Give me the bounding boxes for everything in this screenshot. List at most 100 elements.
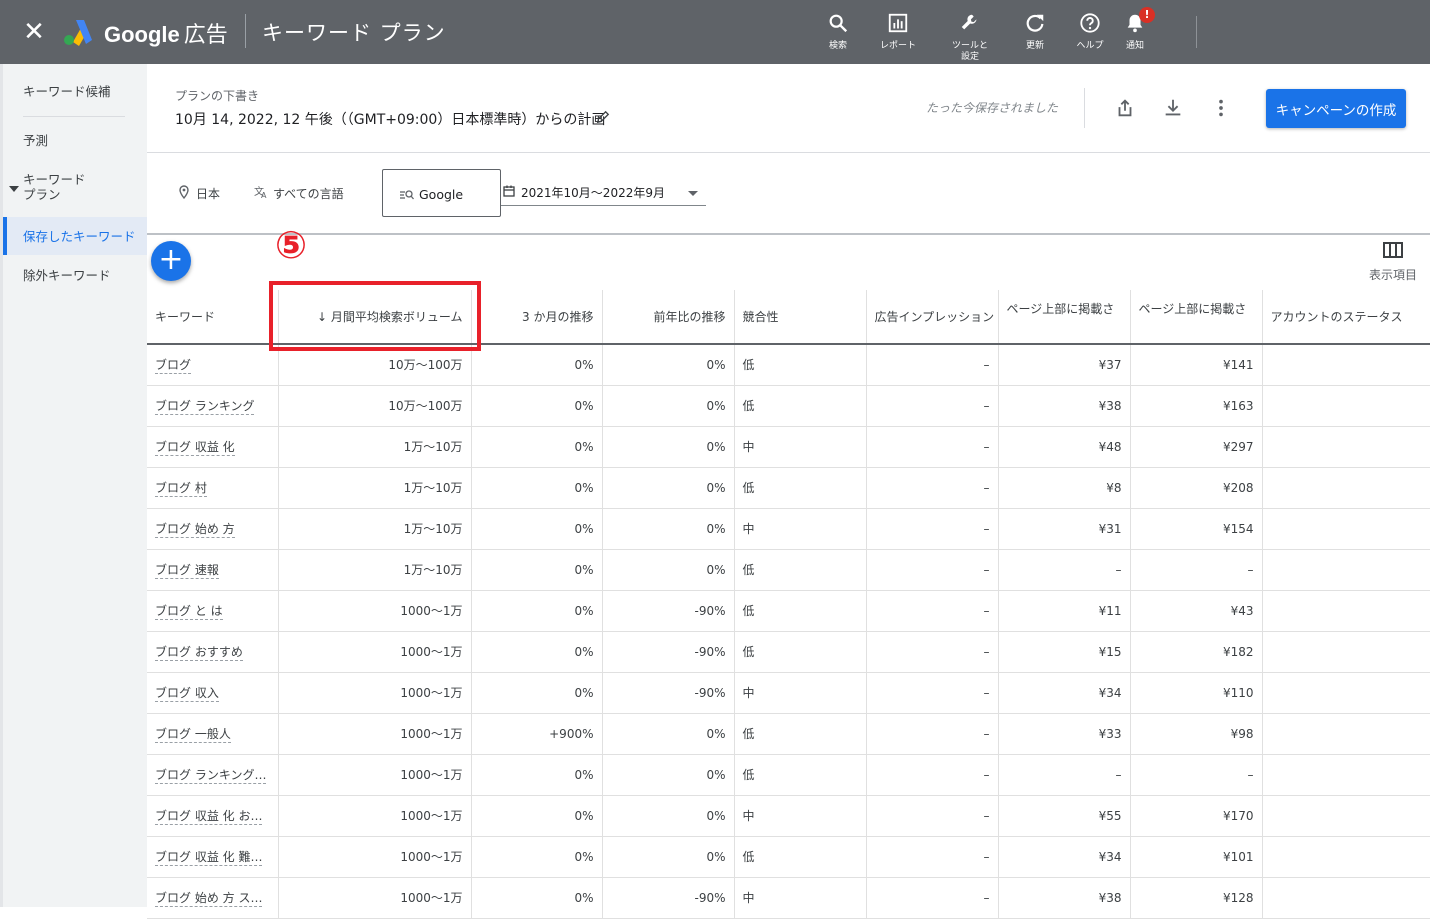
col-header-competition[interactable]: 競合性 bbox=[734, 290, 867, 345]
cell-ad-impression-share: – bbox=[866, 877, 999, 919]
close-icon[interactable]: ✕ bbox=[22, 18, 46, 46]
keyword-text[interactable]: ブログ ランキング bbox=[155, 399, 255, 415]
cell-keyword[interactable]: ブログ 収入 bbox=[147, 672, 279, 714]
cell-keyword[interactable]: ブログ 収益 化 お… bbox=[147, 795, 279, 837]
col-header-3month-change[interactable]: 3 か月の推移 bbox=[471, 290, 603, 345]
keyword-text[interactable]: ブログ bbox=[155, 358, 192, 375]
cell-keyword[interactable]: ブログ bbox=[147, 344, 279, 386]
keyword-text[interactable]: ブログ 一般人 bbox=[155, 727, 231, 743]
cell-avg-monthly-searches: 1万～10万 bbox=[278, 426, 472, 468]
cell-yoy-change: 0% bbox=[602, 836, 735, 878]
cell-account-status bbox=[1262, 467, 1430, 509]
table-row[interactable]: ブログ ランキング 10万～100万 0% 0% 低 – ¥38 ¥163 bbox=[147, 385, 1430, 427]
keyword-text[interactable]: ブログ と は bbox=[155, 604, 223, 620]
col-header-account-status[interactable]: アカウントのステータス bbox=[1262, 290, 1430, 345]
table-row[interactable]: ブログ 始め 方 1万～10万 0% 0% 中 – ¥31 ¥154 bbox=[147, 508, 1430, 550]
col-header-ad-impression-share[interactable]: 広告インプレッション シェア bbox=[866, 290, 999, 345]
table-row[interactable]: ブログ 村 1万～10万 0% 0% 低 – ¥8 ¥208 bbox=[147, 467, 1430, 509]
cell-keyword[interactable]: ブログ 収益 化 難… bbox=[147, 836, 279, 878]
keyword-text[interactable]: ブログ 村 bbox=[155, 481, 207, 497]
columns-button[interactable]: 表示項目 bbox=[1357, 242, 1429, 286]
download-icon[interactable] bbox=[1162, 97, 1184, 119]
keyword-text[interactable]: ブログ 収益 化 お… bbox=[155, 809, 263, 825]
cell-keyword[interactable]: ブログ 速報 bbox=[147, 549, 279, 591]
table-row[interactable]: ブログ 一般人 1000～1万 +900% 0% 低 – ¥33 ¥98 bbox=[147, 713, 1430, 755]
keyword-text[interactable]: ブログ 収益 化 難… bbox=[155, 850, 263, 866]
keyword-text[interactable]: ブログ 収入 bbox=[155, 686, 219, 702]
annotation-number: ⑤ bbox=[275, 223, 308, 267]
col-header-yoy-change[interactable]: 前年比の推移 bbox=[602, 290, 735, 345]
table-row[interactable]: ブログ 始め 方 ス… 1000～1万 0% -90% 中 – ¥38 ¥128 bbox=[147, 877, 1430, 919]
keyword-text[interactable]: ブログ おすすめ bbox=[155, 645, 243, 661]
location-filter-label: 日本 bbox=[196, 187, 221, 201]
cell-competition: 低 bbox=[734, 385, 867, 427]
cell-keyword[interactable]: ブログ おすすめ bbox=[147, 631, 279, 673]
col-header-top-of-page-bid-low[interactable]: ページ上部に掲載さ bbox=[998, 290, 1131, 345]
caret-down-icon[interactable] bbox=[9, 186, 19, 192]
sidebar-item-keyword-ideas[interactable]: キーワード候補 bbox=[23, 84, 111, 99]
share-icon[interactable] bbox=[1114, 97, 1136, 119]
table-row[interactable]: ブログ 収益 化 難… 1000～1万 0% 0% 低 – ¥34 ¥101 bbox=[147, 836, 1430, 878]
keyword-text[interactable]: ブログ 収益 化 bbox=[155, 440, 235, 456]
date-range-select[interactable]: 2021年10月～2022年9月 bbox=[501, 178, 706, 206]
table-row[interactable]: ブログ 収入 1000～1万 0% -90% 中 – ¥34 ¥110 bbox=[147, 672, 1430, 714]
sidebar-item-keyword-plan[interactable]: キーワード プラン bbox=[23, 172, 86, 202]
cell-3month-change: 0% bbox=[471, 877, 603, 919]
sidebar-item-saved-keywords[interactable]: 保存したキーワード bbox=[23, 229, 136, 244]
keyword-text[interactable]: ブログ ランキング… bbox=[155, 768, 267, 784]
keyword-text[interactable]: ブログ 速報 bbox=[155, 563, 219, 579]
sidebar-item-forecast[interactable]: 予測 bbox=[23, 133, 48, 148]
cell-yoy-change: 0% bbox=[602, 713, 735, 755]
refresh-icon bbox=[1026, 14, 1044, 32]
col-header-avg-monthly-searches[interactable]: ↓ 月間平均検索ボリューム bbox=[278, 290, 472, 345]
cell-top-of-page-bid-low: ¥55 bbox=[998, 795, 1131, 837]
table-row[interactable]: ブログ と は 1000～1万 0% -90% 低 – ¥11 ¥43 bbox=[147, 590, 1430, 632]
sidebar-item-negative-keywords[interactable]: 除外キーワード bbox=[23, 268, 111, 283]
cell-ad-impression-share: – bbox=[866, 508, 999, 550]
cell-keyword[interactable]: ブログ 収益 化 bbox=[147, 426, 279, 468]
brand-title[interactable]: Google 広告 bbox=[104, 17, 228, 49]
table-row[interactable]: ブログ ランキング… 1000～1万 0% 0% 低 – – – bbox=[147, 754, 1430, 796]
table-row[interactable]: ブログ おすすめ 1000～1万 0% -90% 低 – ¥15 ¥182 bbox=[147, 631, 1430, 673]
col-header-keyword[interactable]: キーワード bbox=[147, 290, 279, 345]
cell-avg-monthly-searches: 10万～100万 bbox=[278, 385, 472, 427]
cell-keyword[interactable]: ブログ ランキング… bbox=[147, 754, 279, 796]
cell-top-of-page-bid-high: ¥297 bbox=[1130, 426, 1263, 468]
cell-ad-impression-share: – bbox=[866, 836, 999, 878]
network-filter[interactable]: Google bbox=[382, 169, 501, 217]
search-network-icon bbox=[400, 190, 414, 200]
cell-keyword[interactable]: ブログ 村 bbox=[147, 467, 279, 509]
cell-account-status bbox=[1262, 877, 1430, 919]
table-row[interactable]: ブログ 速報 1万～10万 0% 0% 低 – – – bbox=[147, 549, 1430, 591]
table-row[interactable]: ブログ 収益 化 お… 1000～1万 0% 0% 中 – ¥55 ¥170 bbox=[147, 795, 1430, 837]
tools-settings-button[interactable]: ツールと設定 bbox=[935, 12, 1005, 63]
help-icon bbox=[1080, 13, 1100, 33]
cell-ad-impression-share: – bbox=[866, 631, 999, 673]
cell-avg-monthly-searches: 1万～10万 bbox=[278, 508, 472, 550]
keyword-text[interactable]: ブログ 始め 方 ス… bbox=[155, 891, 263, 907]
cell-top-of-page-bid-low: ¥38 bbox=[998, 877, 1131, 919]
create-campaign-button[interactable]: キャンペーンの作成 bbox=[1266, 89, 1406, 128]
notification-badge: ! bbox=[1139, 7, 1155, 23]
cell-keyword[interactable]: ブログ 始め 方 bbox=[147, 508, 279, 550]
cell-avg-monthly-searches: 1万～10万 bbox=[278, 549, 472, 591]
add-keyword-button[interactable]: + bbox=[151, 241, 191, 281]
col-header-top-of-page-bid-high[interactable]: ページ上部に掲載さ bbox=[1130, 290, 1263, 345]
cell-3month-change: +900% bbox=[471, 713, 603, 755]
cell-keyword[interactable]: ブログ 一般人 bbox=[147, 713, 279, 755]
wrench-icon bbox=[961, 14, 977, 30]
cell-competition: 低 bbox=[734, 590, 867, 632]
keyword-text[interactable]: ブログ 始め 方 bbox=[155, 522, 235, 538]
report-tool-button[interactable]: レポート bbox=[863, 12, 933, 52]
cell-keyword[interactable]: ブログ と は bbox=[147, 590, 279, 632]
cell-keyword[interactable]: ブログ ランキング bbox=[147, 385, 279, 427]
cell-3month-change: 0% bbox=[471, 467, 603, 509]
more-vert-icon[interactable] bbox=[1210, 97, 1232, 119]
edit-icon[interactable] bbox=[596, 110, 610, 124]
table-row[interactable]: ブログ 10万～100万 0% 0% 低 – ¥37 ¥141 bbox=[147, 344, 1430, 386]
cell-avg-monthly-searches: 1000～1万 bbox=[278, 631, 472, 673]
table-row[interactable]: ブログ 収益 化 1万～10万 0% 0% 中 – ¥48 ¥297 bbox=[147, 426, 1430, 468]
cell-keyword[interactable]: ブログ 始め 方 ス… bbox=[147, 877, 279, 919]
cell-avg-monthly-searches: 1万～10万 bbox=[278, 467, 472, 509]
notifications-button[interactable]: ! 通知 bbox=[1100, 7, 1170, 52]
